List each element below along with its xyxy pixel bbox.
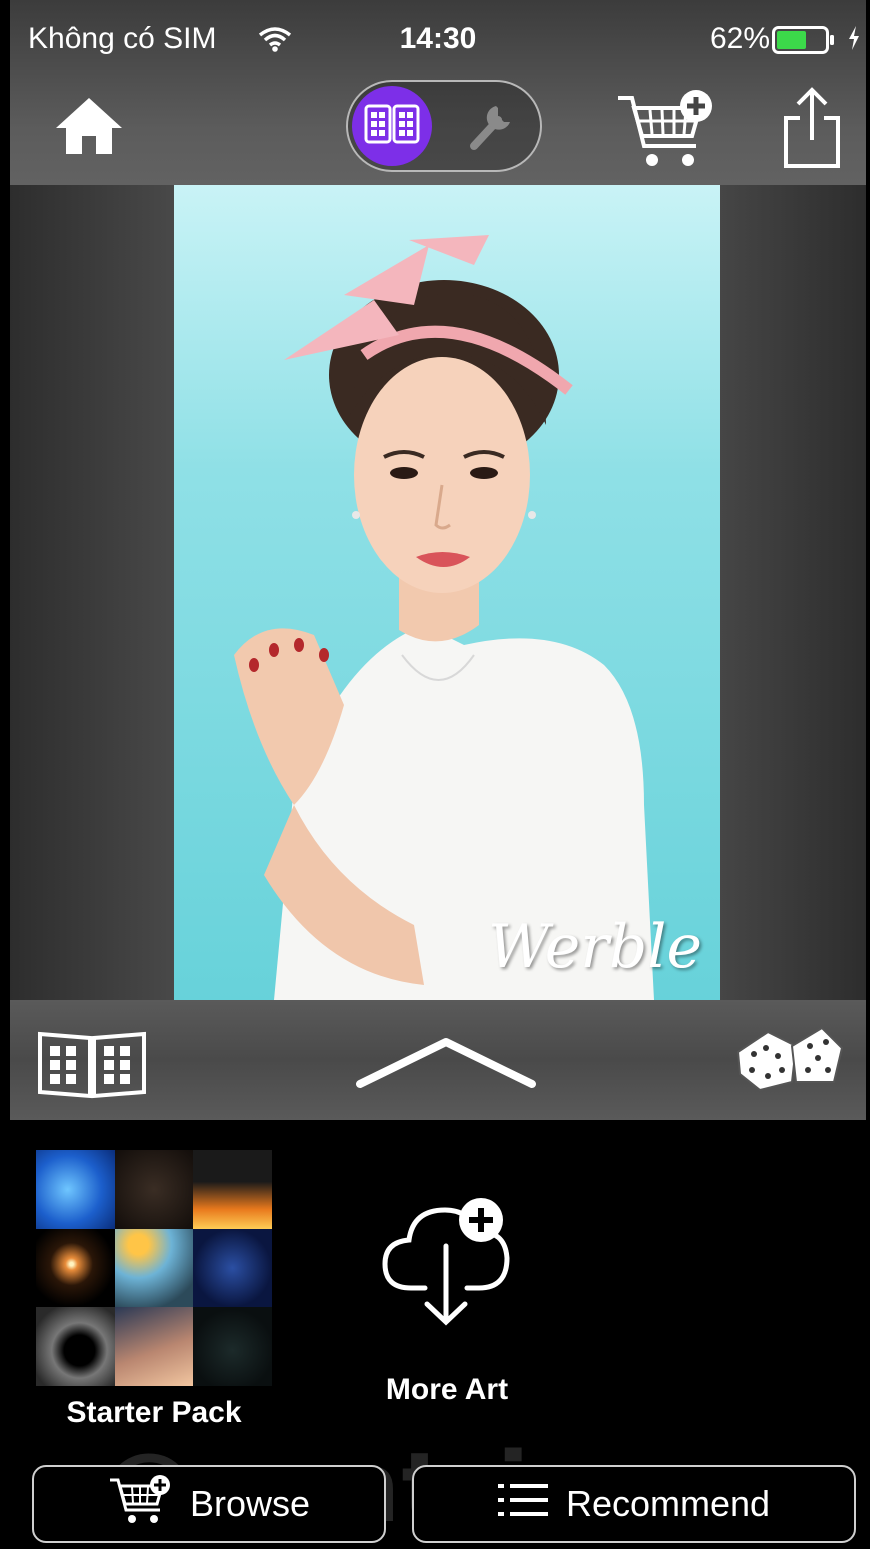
expand-button[interactable] — [354, 1032, 538, 1097]
pack-thumbnail — [114, 1150, 194, 1229]
pack-thumbnail — [193, 1150, 272, 1229]
pack-thumbnail — [36, 1307, 115, 1386]
gallery-icon — [364, 102, 420, 151]
browse-button[interactable]: Browse — [32, 1465, 386, 1543]
status-bar: Không có SIM 14:30 62% — [10, 0, 866, 78]
starter-pack[interactable]: Starter Pack — [36, 1150, 272, 1430]
cloud-download-icon — [367, 1198, 527, 1334]
home-icon — [52, 98, 126, 162]
more-art[interactable]: More Art — [362, 1190, 532, 1407]
recommend-label: Recommend — [565, 1483, 771, 1524]
share-icon — [780, 87, 844, 174]
gallery-mode-button[interactable] — [352, 86, 432, 166]
pack-thumbnail — [193, 1228, 272, 1308]
pack-thumbnail — [193, 1307, 272, 1386]
cart-add-icon — [108, 1474, 172, 1535]
random-button[interactable] — [734, 1024, 846, 1099]
book-grid-icon — [36, 1031, 148, 1104]
lower-toolbar — [10, 1000, 866, 1120]
top-area: Không có SIM 14:30 62% — [10, 0, 866, 185]
pack-thumbnail — [114, 1307, 194, 1386]
wrench-icon[interactable] — [460, 96, 520, 161]
app-frame: Không có SIM 14:30 62% Werble Starter Pa… — [10, 0, 866, 1549]
more-art-label: More Art — [385, 1373, 509, 1406]
cart-add-button[interactable] — [614, 88, 718, 177]
chevron-up-icon — [354, 1038, 538, 1096]
share-button[interactable] — [780, 84, 844, 175]
dice-icon — [734, 1026, 846, 1098]
pack-thumbnail — [114, 1228, 194, 1308]
charging-icon — [846, 24, 862, 60]
portrait-photo[interactable]: Werble — [174, 185, 720, 1000]
brand-watermark: Werble — [487, 912, 702, 982]
cart-add-icon — [614, 90, 718, 176]
battery-percent: 62% — [709, 22, 770, 55]
top-toolbar — [10, 78, 866, 184]
portrait-illustration — [234, 235, 654, 1000]
pack-thumbnail-grid — [36, 1150, 272, 1386]
pack-label: Starter Pack — [66, 1396, 242, 1429]
battery-icon — [772, 26, 836, 62]
home-button[interactable] — [52, 94, 126, 163]
list-icon — [497, 1482, 548, 1527]
mode-toggle[interactable] — [346, 80, 542, 172]
canvas-area: Werble — [10, 185, 866, 1000]
recommend-button[interactable]: Recommend — [412, 1465, 856, 1543]
browse-label: Browse — [189, 1483, 311, 1524]
pack-thumbnail — [36, 1150, 115, 1229]
book-grid-button[interactable] — [36, 1028, 148, 1105]
pack-thumbnail — [36, 1228, 115, 1308]
